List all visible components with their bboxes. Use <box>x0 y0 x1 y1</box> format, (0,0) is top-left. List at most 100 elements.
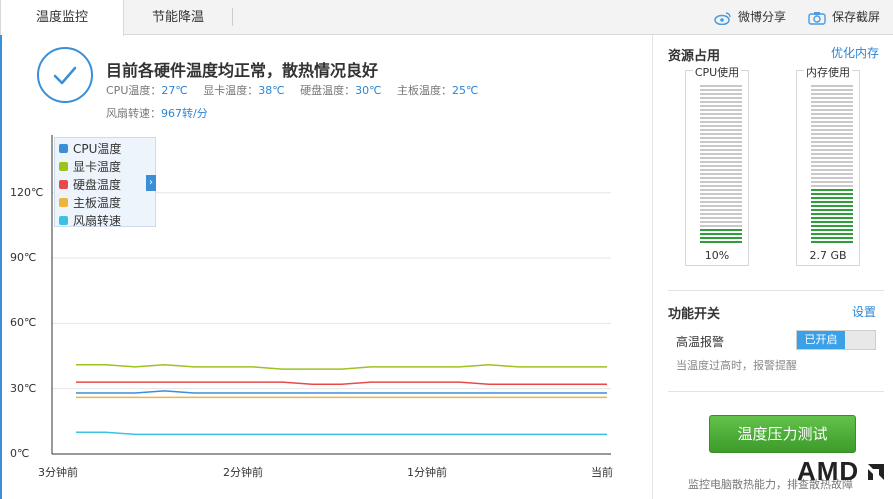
cpu-temp-item: CPU温度：27℃ <box>106 84 188 97</box>
meter-segment <box>700 177 742 179</box>
meter-segment <box>811 225 853 227</box>
legend-label-disk: 硬盘温度 <box>73 178 122 192</box>
meter-segment <box>700 197 742 199</box>
meter-segment <box>700 209 742 211</box>
legend-item-disk[interactable]: 硬盘温度 <box>59 176 121 193</box>
meter-segment <box>811 89 853 91</box>
resources-title: 资源占用 <box>668 49 721 64</box>
save-screenshot-label: 保存截屏 <box>832 10 881 24</box>
meter-segment <box>811 113 853 115</box>
meter-segment <box>700 173 742 175</box>
gpu-temp-item: 显卡温度：38℃ <box>203 84 284 97</box>
meter-segment <box>811 121 853 123</box>
tab-energy-cooling[interactable]: 节能降温 <box>124 0 232 35</box>
meter-segment <box>700 121 742 123</box>
memory-usage-label-wrap: 内存使用 <box>797 64 859 80</box>
memory-usage-value: 2.7 GB <box>809 249 847 262</box>
disk-temp-item: 硬盘温度：30℃ <box>300 84 381 97</box>
legend-label-cpu: CPU温度 <box>73 142 122 156</box>
meter-segment <box>811 125 853 127</box>
alarm-hint: 当温度过高时，报警提醒 <box>676 359 797 372</box>
meter-segment <box>811 213 853 215</box>
stress-test-button[interactable]: 温度压力测试 <box>709 415 856 453</box>
memory-usage-label: 内存使用 <box>804 66 852 79</box>
meter-segment <box>700 101 742 103</box>
meter-segment <box>700 97 742 99</box>
high-temp-alarm-toggle[interactable]: 已开启 <box>796 330 876 350</box>
meter-segment <box>811 181 853 183</box>
status-title: 目前各硬件温度均正常，散热情况良好 <box>106 61 379 80</box>
meter-segment <box>700 161 742 163</box>
meter-segment <box>811 93 853 95</box>
amd-logo: AMD <box>797 456 860 486</box>
meter-segment <box>700 93 742 95</box>
legend-item-cpu[interactable]: CPU温度 <box>59 140 121 157</box>
legend-item-board[interactable]: 主板温度 <box>59 194 121 211</box>
panel-divider <box>652 35 653 499</box>
meter-segment <box>700 213 742 215</box>
meter-segment <box>700 221 742 223</box>
legend-label-gpu: 显卡温度 <box>73 160 122 174</box>
meter-segment <box>811 97 853 99</box>
gpu-temp-label: 显卡温度： <box>203 84 259 97</box>
meter-segment <box>811 129 853 131</box>
memory-usage-bar <box>811 85 853 245</box>
meter-segment <box>700 149 742 151</box>
y-tick-label: 120℃ <box>10 185 44 199</box>
memory-usage-meter: 内存使用 2.7 GB <box>796 66 860 266</box>
legend-item-fan[interactable]: 风扇转速 <box>59 212 121 229</box>
status-ok-icon <box>37 47 93 103</box>
board-temp-label: 主板温度： <box>396 84 452 97</box>
legend-collapse-arrow-icon[interactable]: › <box>146 175 156 191</box>
meter-segment <box>811 133 853 135</box>
checkmark-icon <box>53 66 77 85</box>
meter-segment <box>811 173 853 175</box>
legend-label-fan: 风扇转速 <box>73 214 122 228</box>
legend-swatch-fan <box>59 216 68 225</box>
meter-segment <box>811 217 853 219</box>
legend-item-gpu[interactable]: 显卡温度 <box>59 158 121 175</box>
meter-segment <box>700 153 742 155</box>
meter-segment <box>700 205 742 207</box>
meter-segment <box>700 89 742 91</box>
tab-temperature-monitor[interactable]: 温度监控 <box>0 0 124 36</box>
weibo-share-button[interactable]: 微博分享 <box>714 0 786 35</box>
tab-bar: 温度监控 节能降温 微博分享 保存截屏 <box>0 0 893 36</box>
meter-segment <box>700 129 742 131</box>
tab-separator <box>232 8 233 26</box>
meter-segment <box>700 109 742 111</box>
save-screenshot-button[interactable]: 保存截屏 <box>808 0 880 35</box>
amd-arrow-icon <box>868 464 884 480</box>
series-line-2 <box>76 381 607 386</box>
cpu-temp-label: CPU温度： <box>106 84 162 97</box>
optimize-memory-link[interactable]: 优化内存 <box>831 44 879 61</box>
cpu-usage-label-wrap: CPU使用 <box>686 64 748 80</box>
y-tick-label: 60℃ <box>10 316 37 330</box>
meter-segment <box>700 201 742 203</box>
camera-icon <box>808 11 826 25</box>
high-temp-alarm-label: 高温报警 <box>676 335 725 349</box>
meter-segment <box>700 137 742 139</box>
meter-segment <box>700 125 742 127</box>
meter-segment <box>811 197 853 199</box>
meter-segment <box>700 225 742 227</box>
cpu-usage-value: 10% <box>704 249 730 262</box>
meter-segment <box>811 189 853 191</box>
board-temp-item: 主板温度：25℃ <box>397 84 478 97</box>
settings-link[interactable]: 设置 <box>852 303 876 320</box>
meter-segment <box>811 165 853 167</box>
meter-segment <box>811 233 853 235</box>
chart-legend: CPU温度 显卡温度 硬盘温度 主板温度 风扇转速 <box>54 137 156 229</box>
legend-swatch-gpu <box>59 162 68 171</box>
meter-segment <box>811 201 853 203</box>
meter-segment <box>700 141 742 143</box>
meter-segment <box>700 217 742 219</box>
cpu-temp-value: 27℃ <box>161 84 188 97</box>
meter-segment <box>700 85 742 87</box>
meter-segment <box>700 237 742 239</box>
y-tick-label: 0℃ <box>10 447 30 460</box>
meter-segment <box>811 177 853 179</box>
meter-segment <box>811 105 853 107</box>
meter-segment <box>811 237 853 239</box>
series-line-4 <box>76 431 607 436</box>
